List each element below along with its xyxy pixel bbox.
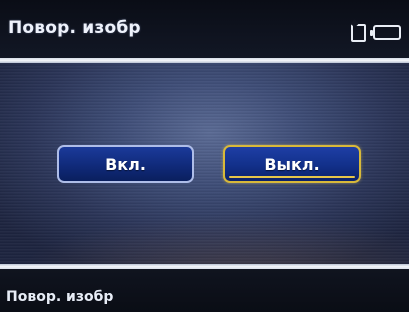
battery-icon bbox=[370, 25, 401, 40]
on-button[interactable]: Вкл. bbox=[57, 145, 194, 183]
page-title: Повор. изобр bbox=[8, 18, 141, 38]
camera-menu-screen: Повор. изобр Вкл. Выкл. Повор. изобр bbox=[0, 0, 409, 312]
off-button-label: Выкл. bbox=[264, 154, 320, 174]
caption-text: Повор. изобр bbox=[6, 289, 114, 305]
title-bar: Повор. изобр bbox=[0, 0, 409, 58]
status-icons bbox=[351, 24, 403, 42]
off-button[interactable]: Выкл. bbox=[223, 145, 361, 183]
memory-card-icon bbox=[351, 24, 366, 42]
on-button-label: Вкл. bbox=[105, 154, 146, 174]
caption-bar: Повор. изобр bbox=[0, 269, 409, 312]
options-panel: Вкл. Выкл. bbox=[0, 63, 409, 264]
